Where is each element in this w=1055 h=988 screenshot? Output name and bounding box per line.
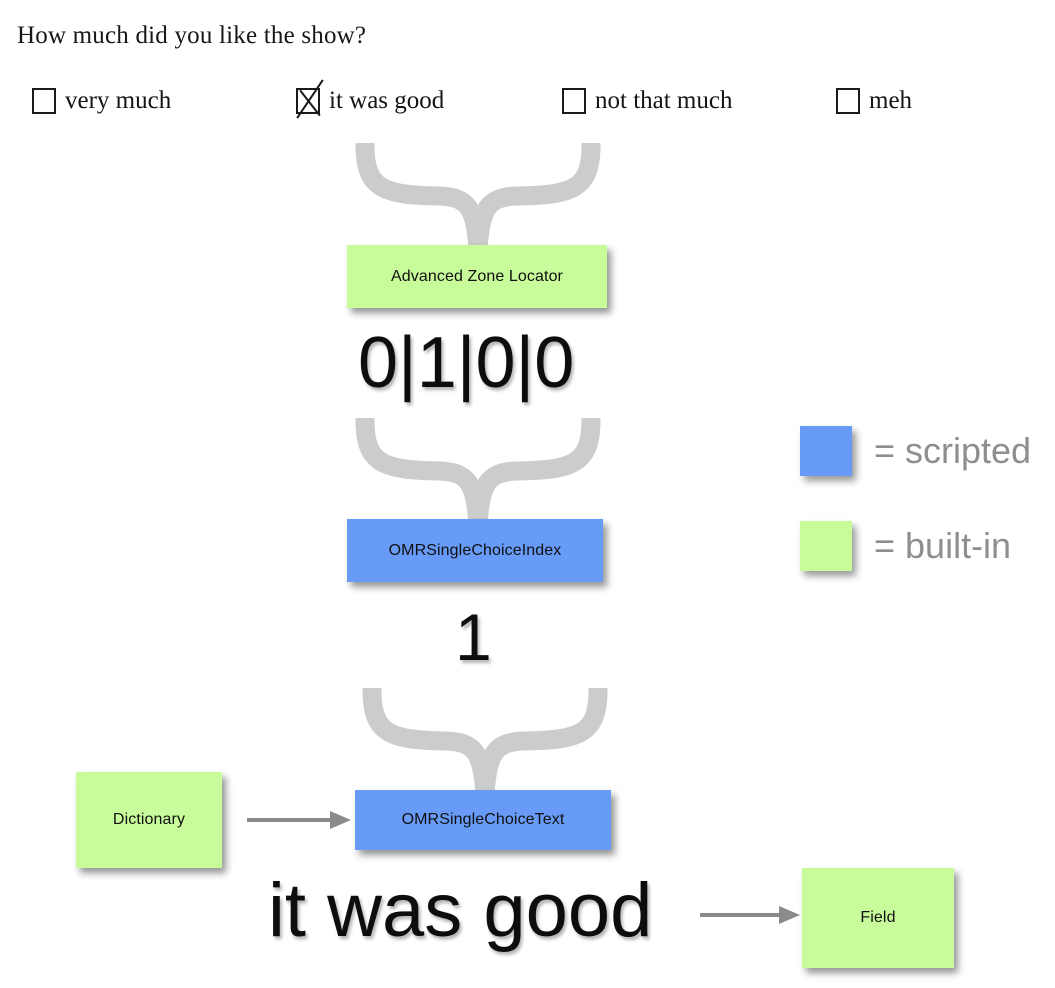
form-option-label: it was good [329, 87, 445, 114]
node-advanced-zone-locator[interactable]: Advanced Zone Locator [347, 245, 607, 308]
node-label: OMRSingleChoiceIndex [388, 541, 562, 559]
bitmask-value: 0|1|0|0 [358, 323, 575, 403]
checkbox-empty-icon[interactable] [836, 88, 860, 114]
arrow-text-to-field [700, 903, 800, 927]
form-option[interactable]: it was good [296, 84, 444, 118]
form-option[interactable]: very much [32, 84, 171, 118]
node-omr-single-choice-text[interactable]: OMRSingleChoiceText [355, 790, 611, 850]
form-option[interactable]: meh [836, 84, 912, 118]
node-label: Field [860, 909, 896, 926]
node-label: Dictionary [112, 811, 186, 828]
form-option-label: very much [65, 87, 172, 114]
text-value: it was good [268, 868, 653, 953]
checkbox-empty-icon[interactable] [562, 88, 586, 114]
form-option-label: meh [869, 87, 913, 114]
legend-scripted-swatch [800, 426, 852, 476]
arrow-dictionary-to-text [247, 808, 351, 832]
legend-scripted-label: = scripted [874, 430, 1032, 471]
checkbox-checked-icon[interactable] [296, 88, 320, 114]
node-dictionary[interactable]: Dictionary [76, 772, 222, 868]
checkbox-empty-icon[interactable] [32, 88, 56, 114]
node-omr-single-choice-index[interactable]: OMRSingleChoiceIndex [347, 519, 603, 582]
legend-scripted: = scripted [800, 425, 1031, 477]
form-question-text: How much did you like the show? [17, 22, 367, 49]
legend-builtin-label: = built-in [874, 525, 1012, 566]
form-option[interactable]: not that much [562, 84, 732, 118]
legend-builtin: = built-in [800, 520, 1011, 572]
scanned-form-strip: How much did you like the show? very muc… [0, 0, 1055, 135]
node-label: Advanced Zone Locator [391, 267, 563, 285]
legend-builtin-swatch [800, 521, 852, 571]
index-value: 1 [455, 600, 492, 674]
funnel-to-text-connector [360, 688, 610, 796]
funnel-to-zone-locator-connector [353, 143, 603, 251]
form-option-label: not that much [595, 87, 733, 114]
funnel-to-index-connector [353, 418, 603, 526]
node-label: OMRSingleChoiceText [401, 811, 565, 828]
node-field[interactable]: Field [802, 868, 954, 968]
